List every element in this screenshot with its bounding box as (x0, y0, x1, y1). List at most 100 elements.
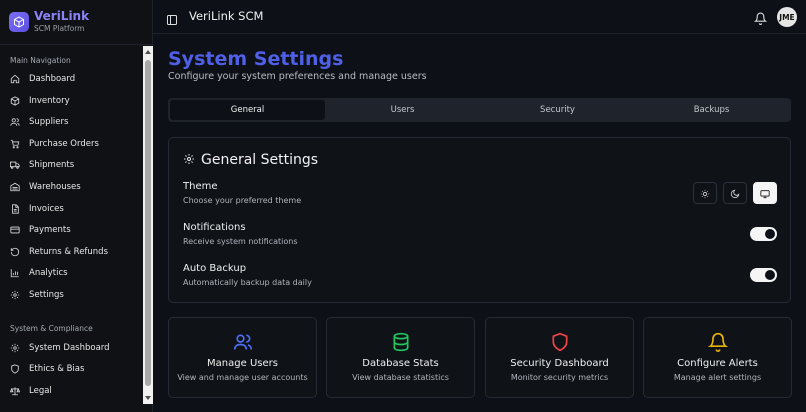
box-icon (10, 96, 20, 106)
page-title: System Settings (168, 48, 344, 70)
card-description: View and manage user accounts (177, 373, 308, 382)
sidebar: VeriLink SCM Platform Main Navigation Da… (0, 0, 153, 412)
toggle-knob (765, 270, 775, 280)
card-title: General Settings (183, 150, 318, 169)
page-subtitle: Configure your system preferences and ma… (168, 71, 427, 82)
card-title: Manage Users (207, 358, 278, 369)
credit-card-icon (10, 225, 20, 235)
sidebar-item-label: Purchase Orders (29, 139, 99, 149)
sidebar-item-label: Settings (29, 290, 64, 300)
cart-icon (10, 139, 20, 149)
sun-icon (700, 184, 710, 203)
sidebar-item-label: Payments (29, 225, 71, 235)
card-description: Monitor security metrics (510, 373, 609, 382)
sidebar-item-returns-refunds[interactable]: Returns & Refunds (0, 242, 138, 262)
nav-scroll-area[interactable]: Main Navigation Dashboard Inventory Supp… (0, 45, 153, 412)
card-title: Database Stats (362, 358, 439, 369)
card-title: Security Dashboard (510, 358, 609, 369)
section-label-main: Main Navigation (10, 56, 71, 65)
sidebar-item-purchase-orders[interactable]: Purchase Orders (0, 134, 138, 154)
settings-tabs: General Users Security Backups (168, 98, 791, 122)
sidebar-item-label: Inventory (29, 96, 70, 106)
notifications-description: Receive system notifications (183, 237, 298, 246)
sidebar-toggle-icon[interactable] (166, 11, 178, 25)
bell-icon (707, 332, 728, 352)
tab-security[interactable]: Security (480, 100, 635, 120)
auto-backup-label: Auto Backup (183, 263, 247, 274)
sidebar-item-label: System Dashboard (29, 343, 110, 353)
gear-icon (183, 150, 195, 169)
sidebar-item-payments[interactable]: Payments (0, 220, 138, 240)
logo-icon (9, 12, 29, 32)
sidebar-item-label: Returns & Refunds (29, 247, 109, 257)
sidebar-item-warehouses[interactable]: Warehouses (0, 177, 138, 197)
theme-label: Theme (183, 181, 218, 192)
theme-dark-button[interactable] (723, 182, 747, 204)
sidebar-item-dashboard[interactable]: Dashboard (0, 69, 138, 89)
sidebar-item-shipments[interactable]: Shipments (0, 155, 138, 175)
sidebar-item-label: Dashboard (29, 74, 76, 84)
card-title-text: General Settings (201, 151, 319, 168)
auto-backup-toggle[interactable] (750, 268, 777, 282)
scrollbar-thumb[interactable] (145, 60, 151, 386)
sidebar-scrollbar[interactable] (143, 46, 153, 404)
card-description: View database statistics (352, 373, 449, 382)
notifications-label: Notifications (183, 222, 246, 233)
sidebar-item-label: Suppliers (29, 117, 69, 127)
avatar[interactable]: JME (777, 7, 797, 27)
gear-icon (10, 290, 20, 300)
sidebar-item-label: Ethics & Bias (29, 364, 85, 374)
home-icon (10, 74, 20, 84)
bar-chart-icon (10, 268, 20, 278)
shield-icon (10, 364, 20, 374)
sidebar-item-label: Analytics (29, 268, 68, 278)
sidebar-item-label: Shipments (29, 160, 75, 170)
moon-icon (730, 184, 740, 203)
users-icon (10, 117, 20, 127)
sidebar-item-label: Legal (29, 386, 52, 396)
section-label-system: System & Compliance (10, 324, 93, 333)
theme-system-button[interactable] (753, 182, 777, 204)
monitor-icon (760, 184, 770, 203)
theme-description: Choose your preferred theme (183, 196, 302, 205)
notifications-toggle[interactable] (750, 227, 777, 241)
rotate-icon (10, 247, 20, 257)
tab-general[interactable]: General (170, 100, 325, 120)
card-title: Configure Alerts (677, 358, 758, 369)
truck-icon (10, 160, 20, 170)
configure-alerts-card[interactable]: Configure Alerts Manage alert settings (643, 317, 792, 398)
scale-icon (10, 386, 20, 396)
sidebar-item-system-dashboard[interactable]: System Dashboard (0, 338, 138, 358)
database-stats-card[interactable]: Database Stats View database statistics (326, 317, 475, 398)
brand[interactable]: VeriLink SCM Platform (0, 0, 152, 45)
card-description: Manage alert settings (673, 373, 762, 382)
auto-backup-description: Automatically backup data daily (183, 278, 312, 287)
tab-backups[interactable]: Backups (634, 100, 789, 120)
top-header: VeriLink SCM JME (153, 0, 806, 34)
scroll-up-arrow-icon[interactable] (145, 50, 151, 54)
sidebar-item-inventory[interactable]: Inventory (0, 91, 138, 111)
warehouse-icon (10, 182, 20, 192)
sidebar-item-label: Warehouses (29, 182, 81, 192)
sidebar-item-legal[interactable]: Legal (0, 381, 138, 401)
shield-icon (550, 332, 570, 352)
security-dashboard-card[interactable]: Security Dashboard Monitor security metr… (485, 317, 634, 398)
brand-subtitle: SCM Platform (34, 24, 85, 33)
gear-icon (10, 343, 20, 353)
sidebar-item-analytics[interactable]: Analytics (0, 263, 138, 283)
theme-light-button[interactable] (693, 182, 717, 204)
sidebar-item-label: Invoices (29, 204, 64, 214)
tab-users[interactable]: Users (325, 100, 480, 120)
scroll-down-arrow-icon[interactable] (145, 396, 151, 400)
manage-users-card[interactable]: Manage Users View and manage user accoun… (168, 317, 317, 398)
file-icon (10, 204, 20, 214)
app-title: VeriLink SCM (189, 9, 264, 23)
toggle-knob (765, 229, 775, 239)
sidebar-item-suppliers[interactable]: Suppliers (0, 112, 138, 132)
users-icon (233, 332, 253, 352)
bell-icon[interactable] (753, 10, 768, 25)
database-icon (391, 332, 411, 352)
sidebar-item-invoices[interactable]: Invoices (0, 199, 138, 219)
sidebar-item-ethics-bias[interactable]: Ethics & Bias (0, 359, 138, 379)
sidebar-item-settings[interactable]: Settings (0, 285, 138, 305)
